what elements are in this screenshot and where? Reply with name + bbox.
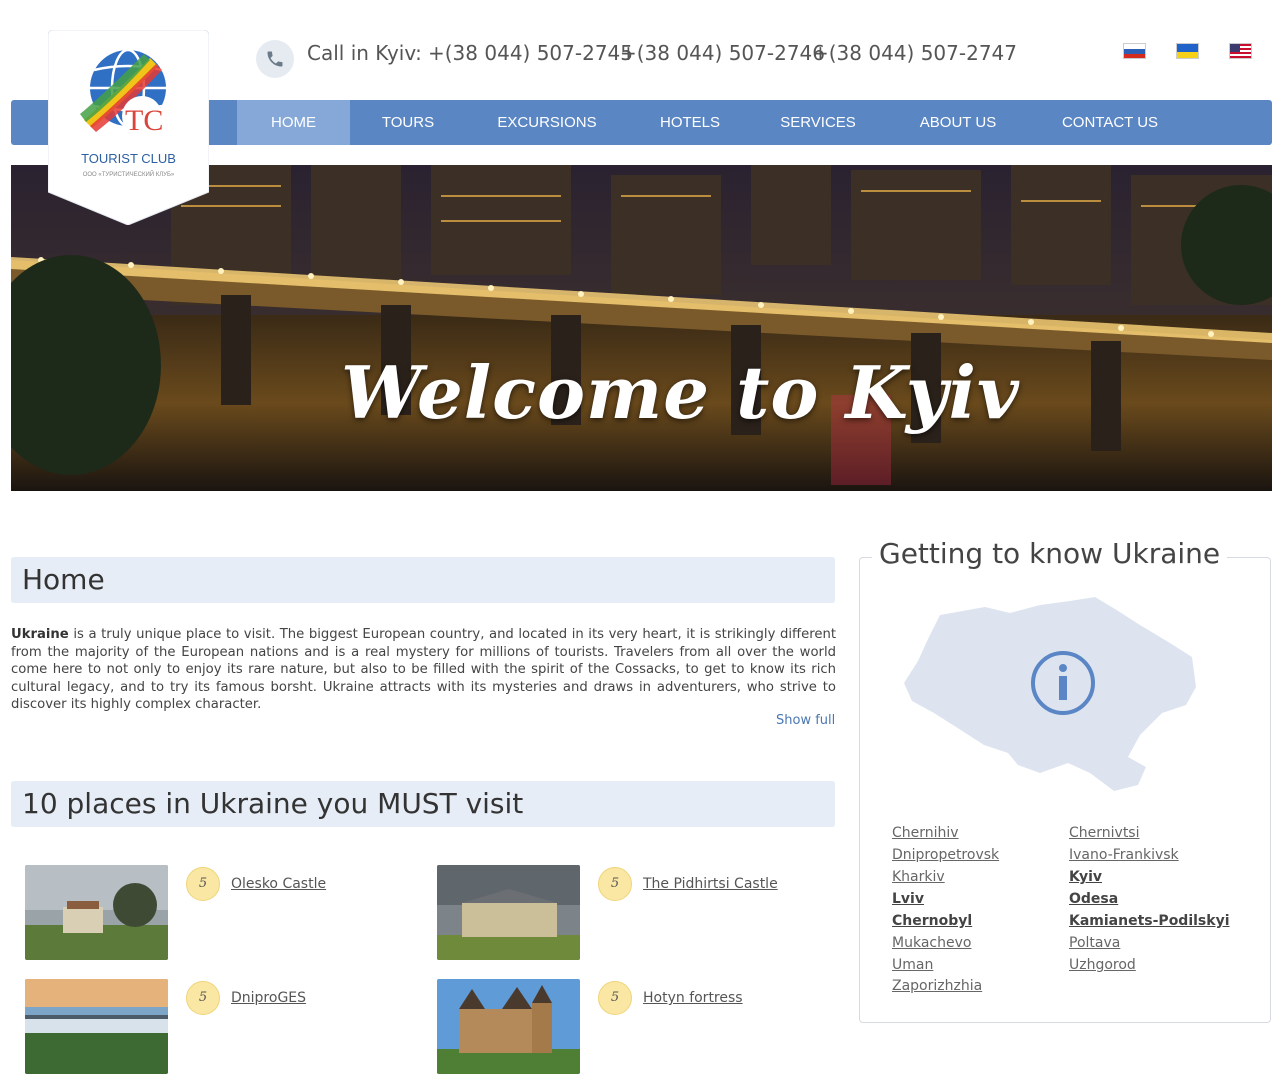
rating-badge: 5	[186, 981, 220, 1015]
nav-home[interactable]: HOME	[237, 100, 350, 145]
show-full-link[interactable]: Show full	[776, 713, 835, 728]
places-title: 10 places in Ukraine you MUST visit	[22, 787, 524, 820]
rating-badge: 5	[186, 867, 220, 901]
phone-number-2[interactable]: +(38 044) 507-2746	[620, 41, 825, 65]
place-link-dniproges[interactable]: DniproGES	[231, 990, 306, 1006]
brand-tagline: ООО «ТУРИСТИЧЕСКИЙ КЛУБ»	[82, 172, 175, 178]
ru-flag-icon[interactable]	[1123, 43, 1146, 59]
pidhirtsi-castle-thumbnail[interactable]	[437, 865, 580, 960]
city-link-ivano-frankivsk[interactable]: Ivano-Frankivsk	[1069, 847, 1179, 863]
city-link-zaporizhzhia[interactable]: Zaporizhzhia	[892, 978, 982, 994]
city-link-odesa[interactable]: Odesa	[1069, 891, 1118, 907]
intro-body: is a truly unique place to visit. The bi…	[11, 627, 836, 712]
hotyn-fortress-thumbnail[interactable]	[437, 979, 580, 1074]
us-flag-icon[interactable]	[1229, 43, 1252, 59]
ua-flag-icon[interactable]	[1176, 43, 1199, 59]
brand-name: TOURIST CLUB	[81, 151, 176, 166]
olesko-castle-thumbnail[interactable]	[25, 865, 168, 960]
city-link-kharkiv[interactable]: Kharkiv	[892, 869, 945, 885]
dniproges-thumbnail[interactable]	[25, 979, 168, 1074]
place-link-olesko-castle[interactable]: Olesko Castle	[231, 876, 326, 892]
nav-excursions[interactable]: EXCURSIONS	[481, 100, 613, 145]
city-link-mukachevo[interactable]: Mukachevo	[892, 935, 971, 951]
ukraine-map[interactable]	[900, 595, 1200, 800]
sidebar-title: Getting to know Ukraine	[872, 537, 1228, 570]
home-intro-text: Ukraine is a truly unique place to visit…	[11, 626, 836, 714]
city-link-chernobyl[interactable]: Chernobyl	[892, 913, 972, 929]
site-logo[interactable]: TC TOURIST CLUB ООО «ТУРИСТИЧЕСКИЙ КЛУБ»	[48, 30, 209, 225]
city-link-kamianets-podilskyi[interactable]: Kamianets-Podilskyi	[1069, 913, 1230, 929]
rating-badge: 5	[598, 867, 632, 901]
phone-icon	[256, 40, 294, 78]
phone-number-1[interactable]: +(38 044) 507-2745	[428, 41, 633, 65]
info-icon	[1031, 651, 1095, 715]
nav-tours[interactable]: TOURS	[363, 100, 453, 145]
nav-hotels[interactable]: HOTELS	[643, 100, 737, 145]
places-section-header: 10 places in Ukraine you MUST visit	[11, 781, 835, 827]
svg-text:TC: TC	[125, 104, 163, 137]
nav-about-us[interactable]: ABOUT US	[903, 100, 1013, 145]
nav-contact-us[interactable]: CONTACT US	[1047, 100, 1173, 145]
home-title: Home	[22, 563, 105, 596]
intro-bold-word: Ukraine	[11, 627, 69, 642]
city-link-poltava[interactable]: Poltava	[1069, 935, 1120, 951]
home-section-header: Home	[11, 557, 835, 603]
nav-services[interactable]: SERVICES	[763, 100, 873, 145]
globe-logo-icon: TC	[80, 48, 166, 137]
city-link-kyiv[interactable]: Kyiv	[1069, 869, 1102, 885]
city-link-uzhgorod[interactable]: Uzhgorod	[1069, 957, 1136, 973]
city-link-uman[interactable]: Uman	[892, 957, 933, 973]
city-link-dnipropetrovsk[interactable]: Dnipropetrovsk	[892, 847, 999, 863]
city-link-lviv[interactable]: Lviv	[892, 891, 924, 907]
place-link-pidhirtsi-castle[interactable]: The Pidhirtsi Castle	[643, 876, 778, 892]
banner-welcome-text: Welcome to Kyiv	[341, 350, 1020, 435]
phone-number-3[interactable]: +(38 044) 507-2747	[812, 41, 1017, 65]
city-link-chernihiv[interactable]: Chernihiv	[892, 825, 959, 841]
rating-badge: 5	[598, 981, 632, 1015]
call-label: Call in Kyiv:	[307, 41, 422, 65]
city-link-chernivtsi[interactable]: Chernivtsi	[1069, 825, 1140, 841]
place-link-hotyn-fortress[interactable]: Hotyn fortress	[643, 990, 743, 1006]
